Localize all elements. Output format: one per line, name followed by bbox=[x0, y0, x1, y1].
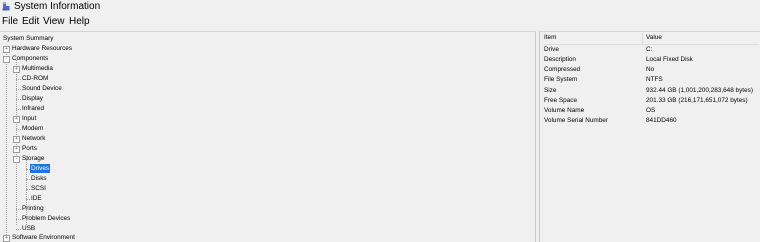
expand-plus-icon[interactable]: + bbox=[13, 65, 20, 73]
tree-guide-line bbox=[6, 50, 7, 235]
column-header-value[interactable]: Value bbox=[646, 33, 662, 43]
tree-connector bbox=[16, 88, 21, 90]
column-divider[interactable] bbox=[642, 33, 643, 44]
table-header: Item Value bbox=[544, 33, 759, 43]
row-value: OS bbox=[646, 107, 656, 114]
row-item: Compressed bbox=[544, 66, 581, 73]
details-pane[interactable]: Item Value Drive C: Description Local Fi… bbox=[539, 31, 760, 242]
tree-connector bbox=[16, 208, 21, 210]
tree-item-label: CD-ROM bbox=[22, 75, 49, 82]
tree-item-label: Components bbox=[12, 55, 49, 62]
tree-connector bbox=[26, 188, 30, 190]
tree-item-label: SCSI bbox=[31, 185, 46, 192]
tree-item-label: IDE bbox=[31, 195, 42, 202]
expand-plus-icon[interactable]: + bbox=[3, 234, 10, 242]
window-title: System Information bbox=[14, 1, 101, 12]
tree-item-label: Hardware Resources bbox=[12, 45, 73, 52]
row-item: Drive bbox=[544, 46, 559, 53]
table-row[interactable]: Free Space 201.33 GB (216,171,651,072 by… bbox=[544, 96, 759, 106]
tree-item-label-selected: Drives bbox=[30, 164, 51, 173]
row-item: Size bbox=[544, 87, 557, 94]
collapse-minus-icon[interactable]: - bbox=[3, 55, 10, 63]
table-row[interactable]: Volume Serial Number 841DD460 bbox=[544, 116, 759, 126]
table-row[interactable]: Size 932.44 GB (1,001,200,283,648 bytes) bbox=[544, 86, 759, 96]
tree-item-label: Problem Devices bbox=[22, 215, 71, 222]
row-value: NTFS bbox=[646, 76, 663, 83]
menu-bar: File Edit View Help bbox=[0, 15, 760, 29]
tree-item-label: Infrared bbox=[22, 105, 45, 112]
tree-item-label: System Summary bbox=[3, 35, 54, 42]
menu-view[interactable]: View bbox=[43, 15, 65, 29]
row-item: File System bbox=[544, 76, 578, 83]
table-row[interactable]: File System NTFS bbox=[544, 75, 759, 85]
row-item: Description bbox=[544, 56, 576, 63]
tree-item-label: Ports bbox=[22, 145, 37, 152]
tree-connector bbox=[16, 128, 21, 130]
row-value: Local Fixed Disk bbox=[646, 56, 693, 63]
tree-item-label: Sound Device bbox=[22, 85, 62, 92]
column-header-item[interactable]: Item bbox=[544, 33, 556, 43]
tree-item-label: Storage bbox=[22, 155, 45, 162]
expand-plus-icon[interactable]: + bbox=[13, 115, 20, 123]
collapse-minus-icon[interactable]: - bbox=[13, 155, 20, 163]
tree-connector bbox=[16, 228, 21, 230]
row-value: No bbox=[646, 66, 655, 73]
table-row[interactable]: Description Local Fixed Disk bbox=[544, 55, 759, 65]
row-value: 841DD460 bbox=[646, 117, 677, 124]
row-item: Volume Serial Number bbox=[544, 117, 608, 124]
tree-item-label: Network bbox=[22, 135, 46, 142]
tree-item-label: USB bbox=[22, 225, 36, 232]
tree-connector bbox=[26, 198, 30, 200]
table-row[interactable]: Drive C: bbox=[544, 45, 759, 55]
tree-connector bbox=[16, 218, 21, 220]
expand-plus-icon[interactable]: + bbox=[3, 45, 10, 53]
tree-guide-line bbox=[16, 60, 17, 225]
tree-item-label: Modem bbox=[22, 125, 44, 132]
menu-help[interactable]: Help bbox=[69, 15, 90, 29]
tree-connector bbox=[16, 78, 21, 80]
table-row[interactable]: Volume Name OS bbox=[544, 106, 759, 116]
tree-item-label: Printing bbox=[22, 205, 44, 212]
expand-plus-icon[interactable]: + bbox=[13, 145, 20, 153]
category-tree[interactable]: System Summary + Hardware Resources - Co… bbox=[0, 31, 536, 242]
tree-item-label: Input bbox=[22, 115, 37, 122]
tree-connector bbox=[16, 108, 21, 110]
tree-item-label: Multimedia bbox=[22, 65, 53, 72]
system-information-app-icon bbox=[2, 2, 10, 11]
title-bar: System Information bbox=[0, 0, 760, 14]
expand-plus-icon[interactable]: + bbox=[13, 135, 20, 143]
tree-connector bbox=[16, 98, 21, 100]
tree-connector bbox=[26, 178, 30, 180]
row-value: 932.44 GB (1,001,200,283,648 bytes) bbox=[646, 87, 753, 94]
tree-item-label: Disks bbox=[31, 175, 47, 182]
row-value: C: bbox=[646, 46, 653, 53]
tree-item-label: Display bbox=[22, 95, 43, 102]
row-item: Free Space bbox=[544, 97, 578, 104]
row-value: 201.33 GB (216,171,651,072 bytes) bbox=[646, 97, 748, 104]
table-row[interactable]: Compressed No bbox=[544, 65, 759, 75]
row-item: Volume Name bbox=[544, 107, 585, 114]
menu-edit[interactable]: Edit bbox=[22, 15, 39, 29]
menu-file[interactable]: File bbox=[2, 15, 18, 29]
